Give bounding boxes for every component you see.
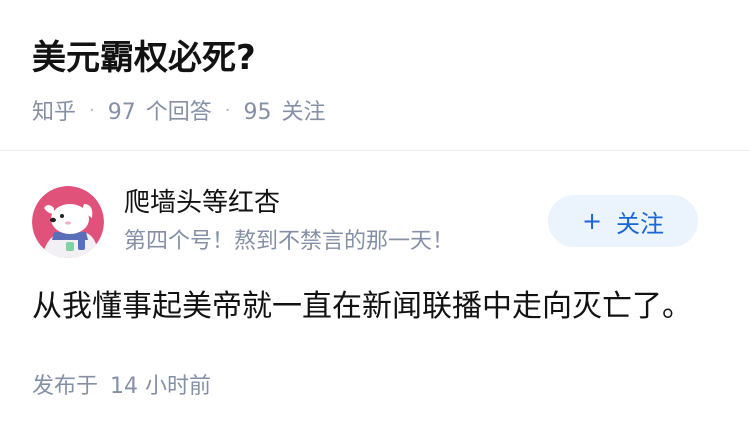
- cartoon-dog-avatar-icon: [32, 186, 104, 258]
- publish-info: 发布于 14 小时前: [32, 372, 211, 402]
- author-name[interactable]: 爬墙头等红杏: [124, 185, 280, 221]
- follow-button-label: 关注: [616, 209, 665, 238]
- source-label: 知乎: [32, 100, 77, 125]
- publish-time: 14 小时前: [110, 374, 212, 399]
- follower-count: 95: [243, 100, 272, 125]
- meta-separator: ·: [89, 99, 95, 121]
- answer-count: 97: [107, 100, 136, 125]
- answer-content[interactable]: 从我懂事起美帝就一直在新闻联播中走向灭亡了。: [32, 285, 692, 329]
- question-header: 美元霸权必死? 知乎 · 97 个回答 · 95 关注: [0, 0, 750, 151]
- plus-icon: +: [581, 207, 603, 235]
- meta-separator: ·: [224, 99, 231, 121]
- follow-button[interactable]: + 关注: [548, 195, 698, 247]
- answer-count-label: 个回答: [145, 100, 212, 125]
- follower-count-label: 关注: [281, 100, 326, 125]
- answer-count-link[interactable]: 97 个回答: [108, 94, 212, 126]
- question-title[interactable]: 美元霸权必死?: [32, 36, 256, 80]
- publish-label: 发布于: [32, 374, 99, 399]
- author-bio: 第四个号！熬到不禁言的那一天！: [124, 229, 455, 254]
- question-meta: 知乎 · 97 个回答 · 95 关注: [32, 94, 326, 126]
- follower-count-link[interactable]: 95 关注: [244, 94, 326, 126]
- avatar[interactable]: [32, 186, 104, 258]
